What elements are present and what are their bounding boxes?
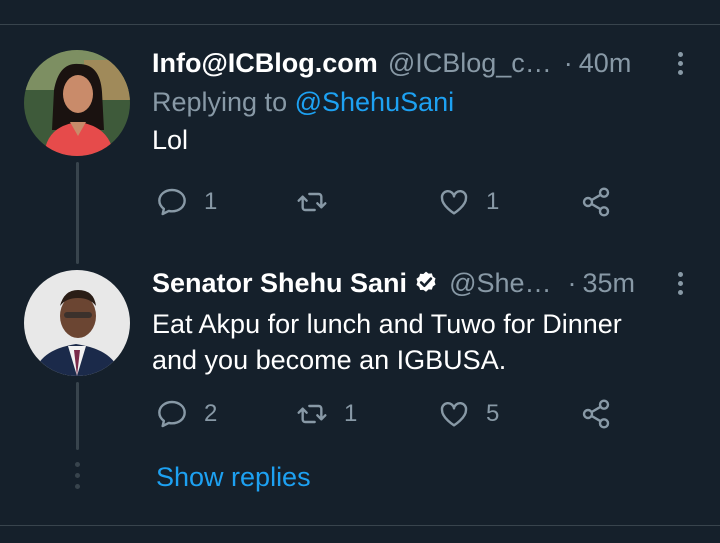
share-button[interactable] <box>580 398 612 430</box>
bottom-divider <box>0 525 720 526</box>
tweet-text: Eat Akpu for lunch and Tuwo for Dinner a… <box>152 306 700 378</box>
reply-icon <box>158 400 186 428</box>
reply-button[interactable]: 1 <box>156 186 217 218</box>
top-divider <box>0 24 720 25</box>
show-replies-link[interactable]: Show replies <box>156 462 311 493</box>
tweet[interactable]: Info@ICBlog.com @ICBlog_c… · 40m Replyin… <box>152 44 700 217</box>
timestamp[interactable]: 35m <box>583 268 636 299</box>
tweet-text: Lol <box>152 125 189 155</box>
avatar-icblog[interactable] <box>24 50 130 156</box>
thread-line <box>76 162 79 264</box>
like-icon <box>440 190 468 215</box>
share-icon <box>582 187 610 217</box>
reply-icon <box>158 188 186 216</box>
tweet-text-line: and you become an IGBUSA. <box>152 345 507 375</box>
tweet-header: Info@ICBlog.com @ICBlog_c… · 40m <box>152 44 700 82</box>
tweet-text-line: Eat Akpu for lunch and Tuwo for Dinner <box>152 309 622 339</box>
author-handle[interactable]: @ICBlog_c… <box>388 48 552 79</box>
retweet-button[interactable] <box>296 186 344 218</box>
verified-badge-icon <box>416 271 436 292</box>
retweet-count: 1 <box>344 400 358 427</box>
like-count: 1 <box>486 188 500 215</box>
more-icon[interactable] <box>668 52 692 76</box>
tweet-actions: 1 1 <box>152 186 652 226</box>
like-count: 5 <box>486 400 500 427</box>
like-button[interactable]: 5 <box>438 398 499 430</box>
more-icon[interactable] <box>668 272 692 296</box>
replying-to: Replying to @ShehuSani <box>152 84 700 120</box>
thread-line <box>76 382 79 450</box>
like-button[interactable]: 1 <box>438 186 499 218</box>
mention-link[interactable]: @ShehuSani <box>295 87 455 117</box>
author-name[interactable]: Info@ICBlog.com <box>152 48 378 79</box>
share-icon <box>582 399 610 429</box>
timestamp[interactable]: 40m <box>579 48 632 79</box>
separator: · <box>567 267 577 298</box>
reply-button[interactable]: 2 <box>156 398 217 430</box>
avatar-shehu-sani[interactable] <box>24 270 130 376</box>
retweet-icon <box>297 404 327 424</box>
like-icon <box>440 402 468 427</box>
retweet-button[interactable]: 1 <box>296 398 357 430</box>
replying-prefix: Replying to <box>152 87 288 117</box>
tweet[interactable]: Senator Shehu Sani @She… · 35m Eat Akpu … <box>152 264 700 429</box>
thread-dots <box>75 462 80 495</box>
reply-count: 1 <box>204 188 218 215</box>
separator: · <box>563 47 573 78</box>
reply-count: 2 <box>204 400 218 427</box>
author-name[interactable]: Senator Shehu Sani <box>152 268 407 299</box>
tweet-header: Senator Shehu Sani @She… · 35m <box>152 264 700 302</box>
author-handle[interactable]: @She… <box>449 268 551 299</box>
tweet-actions: 2 1 5 <box>152 398 652 438</box>
retweet-icon <box>297 192 327 212</box>
share-button[interactable] <box>580 186 612 218</box>
